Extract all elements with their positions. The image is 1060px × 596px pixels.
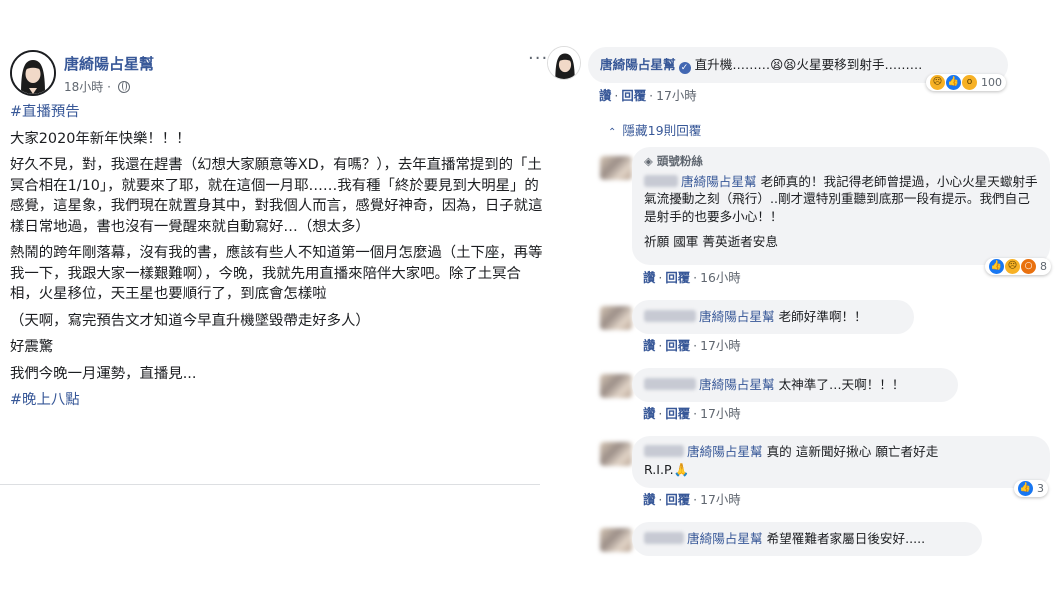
post-paragraph: 好震驚 <box>10 339 54 355</box>
reply-actions: 讚 · 回覆 · 17小時 <box>643 338 741 353</box>
reply-avatar[interactable] <box>600 156 632 180</box>
avatar-portrait-icon <box>12 52 54 94</box>
globe-icon <box>117 81 130 93</box>
chevron-up-icon: ⌃ <box>608 127 617 138</box>
reply-extra-text: 祈願 國軍 菁英逝者安息 <box>644 234 778 249</box>
post-divider <box>0 484 540 485</box>
like-reaction-icon: 👍 <box>989 259 1004 274</box>
hashtag-link[interactable]: #直播預告 <box>10 102 548 123</box>
like-reaction-icon: 👍 <box>1018 481 1033 496</box>
reply-bubble: 唐綺陽占星幫 老師好準啊！！ <box>632 300 914 334</box>
reply-link[interactable]: 回覆 <box>665 338 690 353</box>
comment-author[interactable]: 唐綺陽占星幫 <box>600 57 676 72</box>
post-paragraph: 大家2020年新年快樂！！！ <box>10 130 191 147</box>
reply-link[interactable]: 回覆 <box>621 88 646 103</box>
angry-reaction-icon: ○ <box>1021 259 1036 274</box>
like-link[interactable]: 讚 <box>643 270 655 285</box>
page-avatar[interactable] <box>10 50 56 96</box>
hashtag-link[interactable]: #晚上八點 <box>10 390 548 411</box>
reply-text: 老師好準啊！！ <box>778 309 867 324</box>
sad-reaction-icon: ☹ <box>1005 259 1020 274</box>
post-header: 唐綺陽占星幫 18小時 · <box>8 44 548 102</box>
comment-text: 直升機………😫😫火星要移到射手……… <box>694 57 923 72</box>
reply-actions: 讚 · 回覆 · 16小時 <box>643 270 741 285</box>
reply-link[interactable]: 回覆 <box>665 406 690 421</box>
reply-extra-text: R.I.P.🙏 <box>644 461 690 477</box>
post-timestamp[interactable]: 18小時 · <box>64 78 130 95</box>
reaction-summary[interactable]: 👍 3 <box>1014 480 1048 497</box>
avatar-portrait-icon <box>548 47 580 79</box>
hide-replies-link[interactable]: ⌃ 隱藏19則回覆 <box>608 120 701 139</box>
blurred-author-name[interactable] <box>644 445 684 457</box>
post-paragraph: （天啊，寫完預告文才知道今早直升機墜毀帶走好多人） <box>10 312 370 329</box>
more-options-icon[interactable]: ··· <box>528 48 548 69</box>
reaction-summary[interactable]: 👍 ☹ ○ 8 <box>985 258 1051 275</box>
reply-link[interactable]: 回覆 <box>665 270 690 285</box>
reply-bubble: 唐綺陽占星幫 太神準了…天啊！！！ <box>632 368 958 402</box>
reaction-count: 3 <box>1037 482 1044 495</box>
reply-time[interactable]: 17小時 <box>700 492 741 507</box>
reply-avatar[interactable] <box>600 442 632 466</box>
mention-tag[interactable]: 唐綺陽占星幫 <box>699 377 775 392</box>
reaction-count: 8 <box>1040 260 1047 273</box>
reply-text: 真的 這新聞好揪心 願亡者好走 <box>766 444 939 459</box>
mention-tag[interactable]: 唐綺陽占星幫 <box>687 531 763 546</box>
mention-tag[interactable]: 唐綺陽占星幫 <box>699 309 775 324</box>
reply-time[interactable]: 17小時 <box>700 406 741 421</box>
like-link[interactable]: 讚 <box>643 406 655 421</box>
post-body: #直播預告大家2020年新年快樂！！！ 好久不見，對，我還在趕書（幻想大家願意等X… <box>8 102 548 411</box>
reply-time[interactable]: 17小時 <box>700 338 741 353</box>
reply-avatar[interactable] <box>600 528 632 552</box>
diamond-icon: ◈ <box>644 154 657 168</box>
facebook-post: 唐綺陽占星幫 18小時 · #直播預告大家2020年新年快樂！！！ 好久不見，對，… <box>8 44 548 417</box>
reply-avatar[interactable] <box>600 374 632 398</box>
like-link[interactable]: 讚 <box>643 492 655 507</box>
comment-actions: 讚 · 回覆 · 17小時 <box>599 88 697 103</box>
post-paragraph: 我們今晚一月運勢，直播見... <box>10 365 197 382</box>
reply-text: 太神準了…天啊！！！ <box>778 377 905 392</box>
commenter-avatar[interactable] <box>547 46 581 80</box>
blurred-author-name[interactable] <box>644 378 696 390</box>
like-link[interactable]: 讚 <box>643 338 655 353</box>
like-link[interactable]: 讚 <box>599 88 611 103</box>
wow-reaction-icon: o <box>962 75 977 90</box>
reply-actions: 讚 · 回覆 · 17小時 <box>643 492 741 507</box>
post-time[interactable]: 18小時 <box>64 80 103 94</box>
reply-actions: 讚 · 回覆 · 17小時 <box>643 406 741 421</box>
reply-time[interactable]: 16小時 <box>700 270 741 285</box>
reply-bubble: 唐綺陽占星幫 希望罹難者家屬日後安好..... <box>632 522 982 556</box>
reply-link[interactable]: 回覆 <box>665 492 690 507</box>
comment-time[interactable]: 17小時 <box>656 88 697 103</box>
page-name-link[interactable]: 唐綺陽占星幫 <box>64 53 154 74</box>
post-paragraph: 熱鬧的跨年剛落幕，沒有我的書，應該有些人不知道第一個月怎麼過（土下座，再等我一下… <box>10 245 543 302</box>
blurred-author-name[interactable] <box>644 310 696 322</box>
verified-badge-icon: ✓ <box>678 62 691 74</box>
reaction-summary[interactable]: ☹ 👍 o 100 <box>926 74 1006 91</box>
reaction-count: 100 <box>981 76 1002 89</box>
like-reaction-icon: 👍 <box>946 75 961 90</box>
reply-bubble: ◈ 頭號粉絲 唐綺陽占星幫 老師真的！我記得老師曾提過，小心火星天蠍射手氣流擾動… <box>632 147 1050 265</box>
blurred-author-name[interactable] <box>644 174 678 187</box>
top-fan-badge: ◈ 頭號粉絲 <box>644 154 703 168</box>
mention-tag[interactable]: 唐綺陽占星幫 <box>687 444 763 459</box>
reply-text: 希望罹難者家屬日後安好..... <box>766 531 926 546</box>
reply-bubble: 唐綺陽占星幫 真的 這新聞好揪心 願亡者好走 R.I.P.🙏 <box>632 436 1050 488</box>
post-paragraph: 好久不見，對，我還在趕書（幻想大家願意等XD，有嗎？），去年直播常提到的「土冥合… <box>10 157 543 235</box>
mention-tag[interactable]: 唐綺陽占星幫 <box>681 174 757 189</box>
reply-avatar[interactable] <box>600 306 632 330</box>
sad-reaction-icon: ☹ <box>930 75 945 90</box>
blurred-author-name[interactable] <box>644 532 684 544</box>
